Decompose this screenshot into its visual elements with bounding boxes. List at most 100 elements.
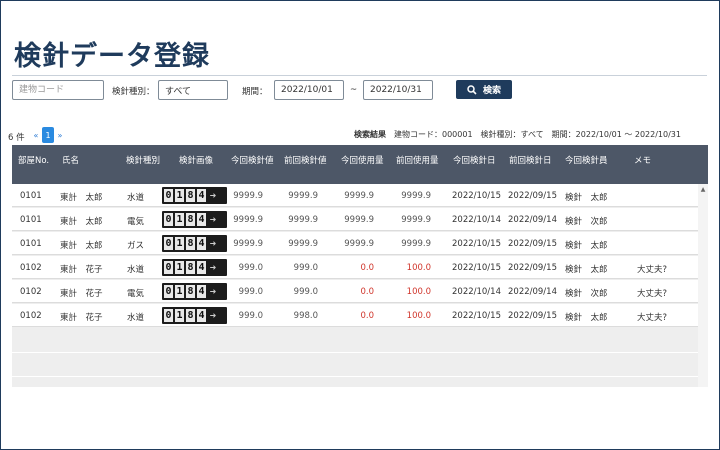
table-row[interactable]: 0101 東計 太郎 ガス 9999.9 9999.9 9999.9 9999.9 2022/… — [12, 232, 698, 255]
cell-current-value: 999.0 — [238, 287, 263, 297]
cell-current-usage: 0.0 — [360, 287, 374, 297]
cell-name: 東計 太郎 — [60, 241, 103, 251]
meter-digit: 0 — [164, 261, 173, 274]
cell-name: 東計 花子 — [60, 289, 103, 299]
meter-digit: 8 — [186, 189, 195, 202]
meter-arrow-icon: ➜ — [209, 311, 217, 320]
meter-digit: 1 — [175, 213, 184, 226]
meter-image[interactable]: 0 1 8 4 ➜ — [162, 259, 227, 276]
cell-previous-usage: 100.0 — [406, 311, 431, 321]
meter-digit: 1 — [175, 285, 184, 298]
cell-memo: 大丈夫? — [637, 289, 668, 299]
cell-current-value: 999.0 — [238, 311, 263, 321]
meter-digit: 4 — [197, 309, 206, 322]
cell-current-date: 2022/10/14 — [452, 215, 501, 225]
meter-digit: 8 — [186, 213, 195, 226]
table-row[interactable]: 0102 東計 花子 水道 999.0 999.0 0.0 100.0 2022/10/15 2… — [12, 256, 698, 279]
meter-image[interactable]: 0 1 8 4 ➜ — [162, 211, 227, 228]
cell-previous-date: 2022/09/14 — [508, 287, 557, 297]
cell-previous-value: 9999.9 — [288, 239, 318, 249]
pagination: « 1 » — [30, 127, 66, 143]
meter-image[interactable]: 0 1 8 4 ➜ — [162, 307, 227, 324]
meter-digit: 8 — [186, 309, 195, 322]
cell-previous-date: 2022/09/15 — [508, 239, 557, 249]
meter-digit: 4 — [197, 237, 206, 250]
meter-digit: 4 — [197, 213, 206, 226]
meter-digit: 0 — [164, 309, 173, 322]
cell-previous-value: 9999.9 — [288, 191, 318, 201]
cell-current-date: 2022/10/15 — [452, 239, 501, 249]
cell-reader: 検針 太郎 — [565, 193, 608, 203]
period-from-input[interactable] — [274, 80, 344, 100]
search-button[interactable]: 検索 — [456, 80, 512, 99]
cell-previous-value: 999.0 — [293, 263, 318, 273]
cell-current-usage: 9999.9 — [344, 215, 374, 225]
meter-digit: 0 — [164, 189, 173, 202]
cell-current-usage: 9999.9 — [344, 191, 374, 201]
cell-reader: 検針 太郎 — [565, 265, 608, 275]
result-meter-type: 検針種別：すべて — [480, 130, 544, 139]
col-type: 検針種別 — [126, 156, 161, 166]
cell-type: 水道 — [127, 193, 145, 203]
table-scrollbar[interactable]: ▲ — [698, 184, 708, 387]
col-current-usage: 今回使用量 — [341, 156, 384, 166]
result-period: 期間：2022/10/01 ～ 2022/10/31 — [551, 130, 681, 139]
table-header: 部屋No. 氏名 検針種別 検針画像 今回検針値 前回検針値 今回使用量 前回使… — [12, 145, 708, 184]
table-row[interactable]: 0102 東計 花子 電気 999.0 999.0 0.0 100.0 2022/10/14 2… — [12, 280, 698, 303]
search-button-label: 検索 — [482, 86, 501, 96]
meter-type-select[interactable] — [158, 80, 228, 100]
building-code-input[interactable] — [12, 80, 104, 100]
cell-previous-date: 2022/09/15 — [508, 191, 557, 201]
cell-previous-usage: 100.0 — [406, 263, 431, 273]
meter-image[interactable]: 0 1 8 4 ➜ — [162, 235, 227, 252]
page-title: 検針データ登録 — [14, 41, 210, 72]
cell-current-value: 9999.9 — [233, 191, 263, 201]
table-row[interactable]: 0101 東計 太郎 水道 9999.9 9999.9 9999.9 9999.9 2022/… — [12, 184, 698, 207]
cell-type: 水道 — [127, 265, 145, 275]
col-name: 氏名 — [62, 156, 80, 166]
meter-digit: 8 — [186, 237, 195, 250]
search-bar: 検針種別： 期間： ~ 検索 — [12, 80, 712, 100]
cell-type: ガス — [127, 241, 145, 251]
col-current-value: 今回検針値 — [231, 156, 274, 166]
meter-digit: 4 — [197, 189, 206, 202]
cell-current-usage: 9999.9 — [344, 239, 374, 249]
meter-arrow-icon: ➜ — [209, 287, 217, 296]
cell-room: 0102 — [20, 311, 42, 321]
meter-image[interactable]: 0 1 8 4 ➜ — [162, 283, 227, 300]
pager-page-1[interactable]: 1 — [42, 127, 54, 143]
cell-reader: 検針 次郎 — [565, 289, 608, 299]
meter-digit: 1 — [175, 309, 184, 322]
cell-previous-usage: 9999.9 — [401, 191, 431, 201]
meter-arrow-icon: ➜ — [209, 239, 217, 248]
pager-next[interactable]: » — [54, 127, 66, 143]
meter-data-table: 部屋No. 氏名 検針種別 検針画像 今回検針値 前回検針値 今回使用量 前回使… — [12, 145, 708, 387]
cell-current-value: 9999.9 — [233, 215, 263, 225]
meter-arrow-icon: ➜ — [209, 263, 217, 272]
cell-current-usage: 0.0 — [360, 263, 374, 273]
period-to-input[interactable] — [363, 80, 433, 100]
cell-current-value: 9999.9 — [233, 239, 263, 249]
cell-reader: 検針 次郎 — [565, 217, 608, 227]
cell-name: 東計 太郎 — [60, 217, 103, 227]
meter-digit: 0 — [164, 285, 173, 298]
meter-image[interactable]: 0 1 8 4 ➜ — [162, 187, 227, 204]
cell-previous-usage: 9999.9 — [401, 215, 431, 225]
cell-previous-usage: 9999.9 — [401, 239, 431, 249]
pager-prev[interactable]: « — [30, 127, 42, 143]
cell-memo: 大丈夫? — [637, 313, 668, 323]
result-building: 建物コード：000001 — [394, 130, 473, 139]
meter-digit: 4 — [197, 285, 206, 298]
table-row[interactable]: 0102 東計 花子 水道 999.0 998.0 0.0 100.0 2022/10/15 2… — [12, 304, 698, 327]
col-previous-usage: 前回使用量 — [396, 156, 439, 166]
empty-row — [12, 330, 698, 353]
scroll-up-icon[interactable]: ▲ — [698, 186, 708, 194]
cell-previous-date: 2022/09/14 — [508, 215, 557, 225]
cell-room: 0101 — [20, 239, 42, 249]
result-heading: 検索結果 — [354, 130, 386, 139]
table-row[interactable]: 0101 東計 太郎 電気 9999.9 9999.9 9999.9 9999.9 2022/… — [12, 208, 698, 231]
cell-name: 東計 太郎 — [60, 193, 103, 203]
meter-type-label: 検針種別： — [112, 87, 155, 97]
meter-digit: 1 — [175, 237, 184, 250]
cell-reader: 検針 太郎 — [565, 241, 608, 251]
